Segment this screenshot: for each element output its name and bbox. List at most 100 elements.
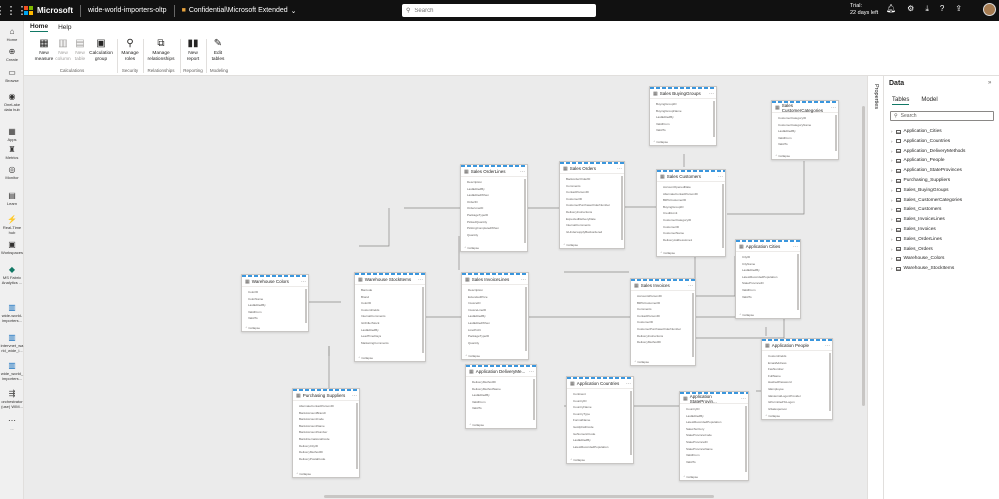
table-card-header[interactable]: ▦ Sales Orders ⋯ (560, 164, 624, 174)
table-field[interactable]: LatestRecordedPopulation (680, 419, 748, 426)
avatar[interactable] (983, 3, 996, 16)
table-field[interactable]: AlternateContactPersonID (657, 191, 725, 198)
table-field[interactable]: LatestRecordedPopulation (736, 274, 800, 281)
table-field[interactable]: BuyingGroupID (650, 101, 716, 108)
chevron-right-icon[interactable]: › (891, 139, 893, 144)
tab-model[interactable]: Model (921, 97, 937, 105)
more-options-icon[interactable]: ⋯ (793, 244, 798, 250)
table-field[interactable]: CustomFields (355, 307, 425, 314)
chevron-right-icon[interactable]: › (891, 227, 893, 232)
table-field[interactable]: ValidFrom (650, 121, 716, 128)
table-field[interactable]: FullName (762, 373, 832, 380)
more-options-icon[interactable]: ⋯ (529, 369, 534, 375)
tab-home[interactable]: Home (30, 23, 49, 32)
table-field[interactable]: LastEditedBy (650, 114, 716, 121)
table-field[interactable]: LastEditedBy (242, 302, 308, 309)
collapse-panel-icon[interactable]: » (988, 80, 991, 86)
chevron-right-icon[interactable]: › (891, 198, 893, 203)
chevron-right-icon[interactable]: › (891, 168, 893, 173)
table-field[interactable]: ContactPersonID (560, 189, 624, 196)
table-field[interactable]: OrderID (461, 199, 527, 206)
table-field[interactable]: ColorID (355, 300, 425, 307)
table-field[interactable]: StateProvinceID (680, 439, 748, 446)
table-card-header[interactable]: ▦ Sales BuyingGroups ⋯ (650, 89, 716, 99)
table-field[interactable]: DeliveryMethodID (466, 379, 536, 386)
table-field[interactable]: LastEditedBy (466, 392, 536, 399)
table-field[interactable]: Comments (631, 306, 695, 313)
chevron-right-icon[interactable]: › (891, 247, 893, 252)
table-card-scrollbar[interactable] (797, 254, 799, 310)
chevron-right-icon[interactable]: › (891, 207, 893, 212)
collapse-button[interactable]: ⌃ Collapse (464, 246, 479, 250)
table-field[interactable]: DeliveryPostalCode (293, 456, 359, 463)
table-field[interactable]: LastEditedBy (736, 267, 800, 274)
collapse-button[interactable]: ⌃ Collapse (358, 356, 373, 360)
table-field[interactable]: PickingCompletedWhen (461, 225, 527, 232)
model-table-card[interactable]: ▦ Application People ⋯ CustomFields EmailAdd… (761, 338, 833, 420)
table-field[interactable]: BuyingGroupID (657, 204, 725, 211)
table-field[interactable]: IsUndersupplyBackordered (560, 229, 624, 236)
chevron-right-icon[interactable]: › (891, 256, 893, 261)
table-field[interactable]: StateProvinceName (680, 446, 748, 453)
search-input[interactable] (414, 7, 585, 14)
table-field[interactable]: ValidTo (466, 405, 536, 412)
tab-help[interactable]: Help (58, 24, 71, 31)
collapse-button[interactable]: ⌃ Collapse (683, 475, 698, 479)
table-field[interactable]: LastEditedBy (772, 128, 838, 135)
nav-item-apps[interactable]: ▦ Apps (0, 127, 24, 142)
new-column-button[interactable]: ▥ New column (54, 38, 72, 62)
collapse-button[interactable]: ⌃ Collapse (775, 154, 790, 158)
table-card-scrollbar[interactable] (533, 379, 535, 420)
table-field[interactable]: Continent (567, 391, 633, 398)
more-options-icon[interactable]: ⋯ (831, 105, 836, 111)
more-options-icon[interactable]: ⋯ (688, 283, 693, 289)
table-field[interactable]: ValidFrom (466, 399, 536, 406)
table-card-header[interactable]: ▦ Application DeliveryMe... ⋯ (466, 367, 536, 377)
table-field[interactable]: FormalName (567, 417, 633, 424)
table-field[interactable]: ValidFrom (736, 287, 800, 294)
table-field[interactable]: DeliveryMethodName (466, 386, 536, 393)
table-field[interactable]: BillToCustomerID (631, 300, 695, 307)
table-field[interactable]: PackageTypeID (462, 333, 528, 340)
table-field[interactable]: CustomerPurchaseOrderNumber (631, 326, 695, 333)
table-field[interactable]: IsSalesperson (762, 406, 832, 413)
download-icon[interactable]: ⤓ (925, 4, 929, 14)
more-options-icon[interactable]: ⋯ (741, 396, 746, 402)
model-table-card[interactable]: ▦ Warehouse StockItems ⋯ Barcode Brand ColorI… (354, 272, 426, 362)
table-card-scrollbar[interactable] (621, 176, 623, 240)
horizontal-scrollbar[interactable] (324, 495, 714, 498)
data-table-item[interactable]: › Sales_Orders (891, 247, 933, 252)
table-field[interactable]: CityName (736, 261, 800, 268)
properties-rail[interactable]: Properties (867, 76, 883, 499)
chevron-right-icon[interactable]: › (891, 237, 893, 242)
more-options-icon[interactable]: ⋯ (301, 279, 306, 285)
table-field[interactable]: BankInternationalCode (293, 436, 359, 443)
table-card-scrollbar[interactable] (835, 115, 837, 151)
table-field[interactable]: CustomerID (560, 196, 624, 203)
table-field[interactable]: StateProvinceID (736, 280, 800, 287)
nav-item-more[interactable]: ⋯... (0, 416, 24, 431)
table-field[interactable]: BankAccountNumber (293, 429, 359, 436)
table-card-header[interactable]: ▦ Warehouse StockItems ⋯ (355, 275, 425, 285)
table-field[interactable]: LastEditedWhen (462, 320, 528, 327)
table-field[interactable]: ValidFrom (772, 135, 838, 142)
share-icon[interactable]: ⇪ (955, 4, 962, 14)
table-field[interactable]: LatestRecordedPopulation (567, 444, 633, 451)
nav-item-onelake[interactable]: ◉ OneLake data hub (0, 92, 24, 112)
model-table-card[interactable]: ▦ Application Countries ⋯ Continent CountryI… (566, 376, 634, 464)
table-field[interactable]: IsPermittedToLogon (762, 399, 832, 406)
table-field[interactable]: CustomerCategoryName (772, 122, 838, 129)
nav-item-dataset[interactable]: ▥ wide-world-importers... (0, 303, 24, 323)
model-table-card[interactable]: ▦ Sales Customers ⋯ AccountOpenedDate Altern… (656, 169, 726, 257)
table-field[interactable]: LastEditedBy (680, 413, 748, 420)
manage-roles-button[interactable]: ⚲ Manage roles (120, 38, 140, 62)
data-table-item[interactable]: › Application_Cities (891, 129, 942, 134)
table-field[interactable]: CreditLimit (657, 210, 725, 217)
data-table-item[interactable]: › Application_StateProvinces (891, 168, 962, 173)
model-table-card[interactable]: ▦ Sales CustomerCategories ⋯ CustomerCatego… (771, 100, 839, 160)
collapse-button[interactable]: ⌃ Collapse (296, 472, 311, 476)
table-field[interactable]: CityID (736, 254, 800, 261)
table-card-scrollbar[interactable] (722, 184, 724, 248)
table-field[interactable]: Description (461, 179, 527, 186)
table-field[interactable]: ValidFrom (680, 452, 748, 459)
